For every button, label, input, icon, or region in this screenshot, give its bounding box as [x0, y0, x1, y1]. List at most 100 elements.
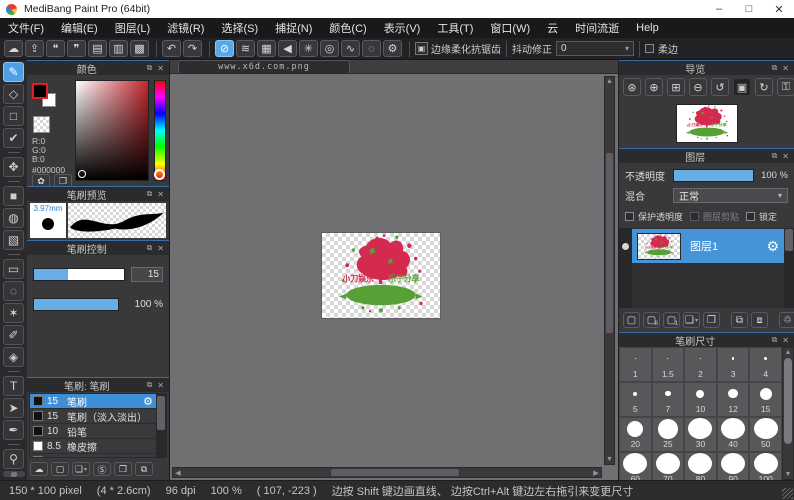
redo-button[interactable]: ↷	[183, 40, 202, 57]
brush-list-item[interactable]: 15笔刷（淡入淡出）	[30, 409, 156, 424]
horizontal-scroll-thumb[interactable]	[331, 469, 459, 476]
scroll-left-icon[interactable]: ◀	[173, 468, 183, 477]
brush-duplicate-button[interactable]: ⧉	[135, 462, 153, 476]
bucket-tool[interactable]: ◍	[3, 208, 24, 228]
lasso-tool[interactable]: ◌	[3, 281, 24, 301]
menu-layer[interactable]: 图层(L)	[115, 20, 150, 36]
snap-cross-button[interactable]: ▦	[257, 40, 276, 57]
layer-new-button[interactable]: ▢	[623, 312, 640, 328]
select-eraser-tool[interactable]: ◈	[3, 347, 24, 367]
nav-zoom-tool-button[interactable]: ⊛	[623, 78, 641, 96]
clipping-checkbox-box[interactable]	[690, 212, 699, 221]
nav-zoom-out-button[interactable]: ⊖	[689, 78, 707, 96]
brush-size-scrollbar[interactable]: ▲ ▼	[782, 347, 794, 480]
brush-list-item[interactable]: 10铅笔	[30, 424, 156, 439]
layer-delete-button[interactable]: ♲	[779, 312, 794, 328]
brush-size-option[interactable]: 4	[749, 347, 782, 382]
protect-alpha-checkbox[interactable]: 保护透明度	[625, 210, 683, 223]
brush-size-option[interactable]: 2	[684, 347, 717, 382]
scroll-right-icon[interactable]: ▶	[591, 468, 601, 477]
protect-alpha-checkbox-box[interactable]	[625, 212, 634, 221]
brush-script-button[interactable]: Ⓢ	[93, 462, 111, 476]
scroll-up-icon[interactable]: ▲	[605, 78, 614, 85]
panel-popout-icon[interactable]: ⧉	[147, 243, 153, 253]
select-rect-tool[interactable]: ▭	[3, 259, 24, 279]
scroll-up-icon[interactable]: ▲	[783, 349, 793, 356]
brush-size-option[interactable]: 12	[717, 382, 750, 417]
layer-duplicate-button[interactable]: ⧉	[731, 312, 748, 328]
brush-settings-icon[interactable]: ⚙	[143, 395, 153, 408]
layer-opacity-slider[interactable]	[673, 169, 754, 182]
shape-brush-tool[interactable]: □	[3, 106, 24, 126]
panel-popout-icon[interactable]: ⧉	[772, 335, 778, 345]
vertical-scroll-thumb[interactable]	[606, 153, 613, 333]
palette-button[interactable]: ✿	[32, 174, 50, 186]
menu-tool[interactable]: 工具(T)	[437, 20, 473, 36]
layer-gear-icon[interactable]: ⚙	[766, 238, 779, 255]
tool-column-slider[interactable]	[3, 471, 25, 477]
layer-row[interactable]: 小刀娱乐 乐于分享 图层1 ⚙	[632, 229, 784, 263]
panel-popout-icon[interactable]: ⧉	[772, 63, 778, 73]
brush-tool[interactable]: ✎	[3, 62, 24, 82]
sv-cursor[interactable]	[78, 170, 86, 178]
snap-ellipse-button[interactable]: ◌	[362, 40, 381, 57]
fill-rect-tool[interactable]: ■	[3, 186, 24, 206]
brush-size-option[interactable]: 15	[749, 382, 782, 417]
brush-size-option[interactable]: 90	[717, 452, 750, 480]
canvas-settings-button[interactable]: ▩	[130, 40, 149, 57]
menu-view[interactable]: 表示(V)	[384, 20, 421, 36]
brush-list-item[interactable]: 8.5橡皮擦	[30, 439, 156, 454]
brush-size-option[interactable]: 30	[684, 417, 717, 452]
magic-wand-tool[interactable]: ✶	[3, 303, 24, 323]
menu-edit[interactable]: 编辑(E)	[61, 20, 98, 36]
canvas-horizontal-scrollbar[interactable]: ◀ ▶	[172, 467, 602, 478]
gradient-tool[interactable]: ▧	[3, 230, 24, 250]
snap-vanishing-button[interactable]: ◀	[278, 40, 297, 57]
menu-cloud[interactable]: 云	[547, 20, 558, 36]
scroll-down-icon[interactable]: ▼	[783, 471, 793, 478]
brush-size-option[interactable]: 10	[684, 382, 717, 417]
panel-close-icon[interactable]: ✕	[157, 64, 164, 73]
jitter-dropdown[interactable]: 0 ▾	[556, 41, 634, 56]
menu-file[interactable]: 文件(F)	[8, 20, 44, 36]
eraser-tool[interactable]: ◇	[3, 84, 24, 104]
scroll-down-icon[interactable]: ▼	[605, 456, 614, 463]
layer-new-1bit-button[interactable]: ▢1	[663, 312, 680, 328]
document-list-button[interactable]: ▥	[109, 40, 128, 57]
panel-popout-icon[interactable]: ⧉	[147, 189, 153, 199]
brush-add-menu-button[interactable]: ❏▾	[72, 462, 90, 476]
brush-size-option[interactable]: 3	[717, 347, 750, 382]
soft-edge-checkbox[interactable]	[645, 44, 654, 53]
brush-add-button[interactable]: ▢	[51, 462, 69, 476]
snap-curve-button[interactable]: ∿	[341, 40, 360, 57]
brush-size-slider[interactable]	[33, 268, 125, 281]
resize-grip[interactable]	[782, 488, 793, 499]
layer-add-menu-button[interactable]: ❏▾	[683, 312, 700, 328]
comment-settings-button[interactable]: ❞	[67, 40, 86, 57]
transparent-color-swatch[interactable]	[33, 116, 50, 133]
navigator-thumbnail[interactable]: 小刀娱乐 乐于分享	[676, 104, 738, 143]
menu-select[interactable]: 选择(S)	[221, 20, 258, 36]
brush-size-option[interactable]: 40	[717, 417, 750, 452]
nav-lock-button[interactable]: ⚿	[777, 78, 794, 96]
text-tool[interactable]: T	[3, 376, 24, 396]
snap-concentric-button[interactable]: ◎	[320, 40, 339, 57]
canvas-artwork[interactable]: 小刀娱乐 乐于分享	[322, 233, 440, 318]
layer-folder-button[interactable]: ❐	[703, 312, 720, 328]
foreground-color-swatch[interactable]	[32, 83, 48, 99]
brush-size-option[interactable]: 70	[652, 452, 685, 480]
clipping-checkbox[interactable]: 图层剪贴	[690, 210, 739, 223]
panel-close-icon[interactable]: ✕	[157, 190, 164, 199]
saturation-value-picker[interactable]	[75, 80, 149, 181]
menu-timelapse[interactable]: 时间流逝	[575, 20, 619, 36]
move-tool[interactable]: ✥	[3, 157, 24, 177]
blend-mode-dropdown[interactable]: 正常 ▾	[673, 188, 788, 203]
brush-size-scroll-thumb[interactable]	[784, 358, 792, 444]
snap-parallel-button[interactable]: ≋	[236, 40, 255, 57]
eyedropper-tool[interactable]: ⚲	[3, 449, 24, 469]
brush-size-option[interactable]: 80	[684, 452, 717, 480]
menu-snap[interactable]: 捕捉(N)	[275, 20, 312, 36]
panel-popout-icon[interactable]: ⧉	[147, 63, 153, 73]
brush-folder-button[interactable]: ❐	[114, 462, 132, 476]
brush-list-item[interactable]: 15笔刷⚙	[30, 394, 156, 409]
